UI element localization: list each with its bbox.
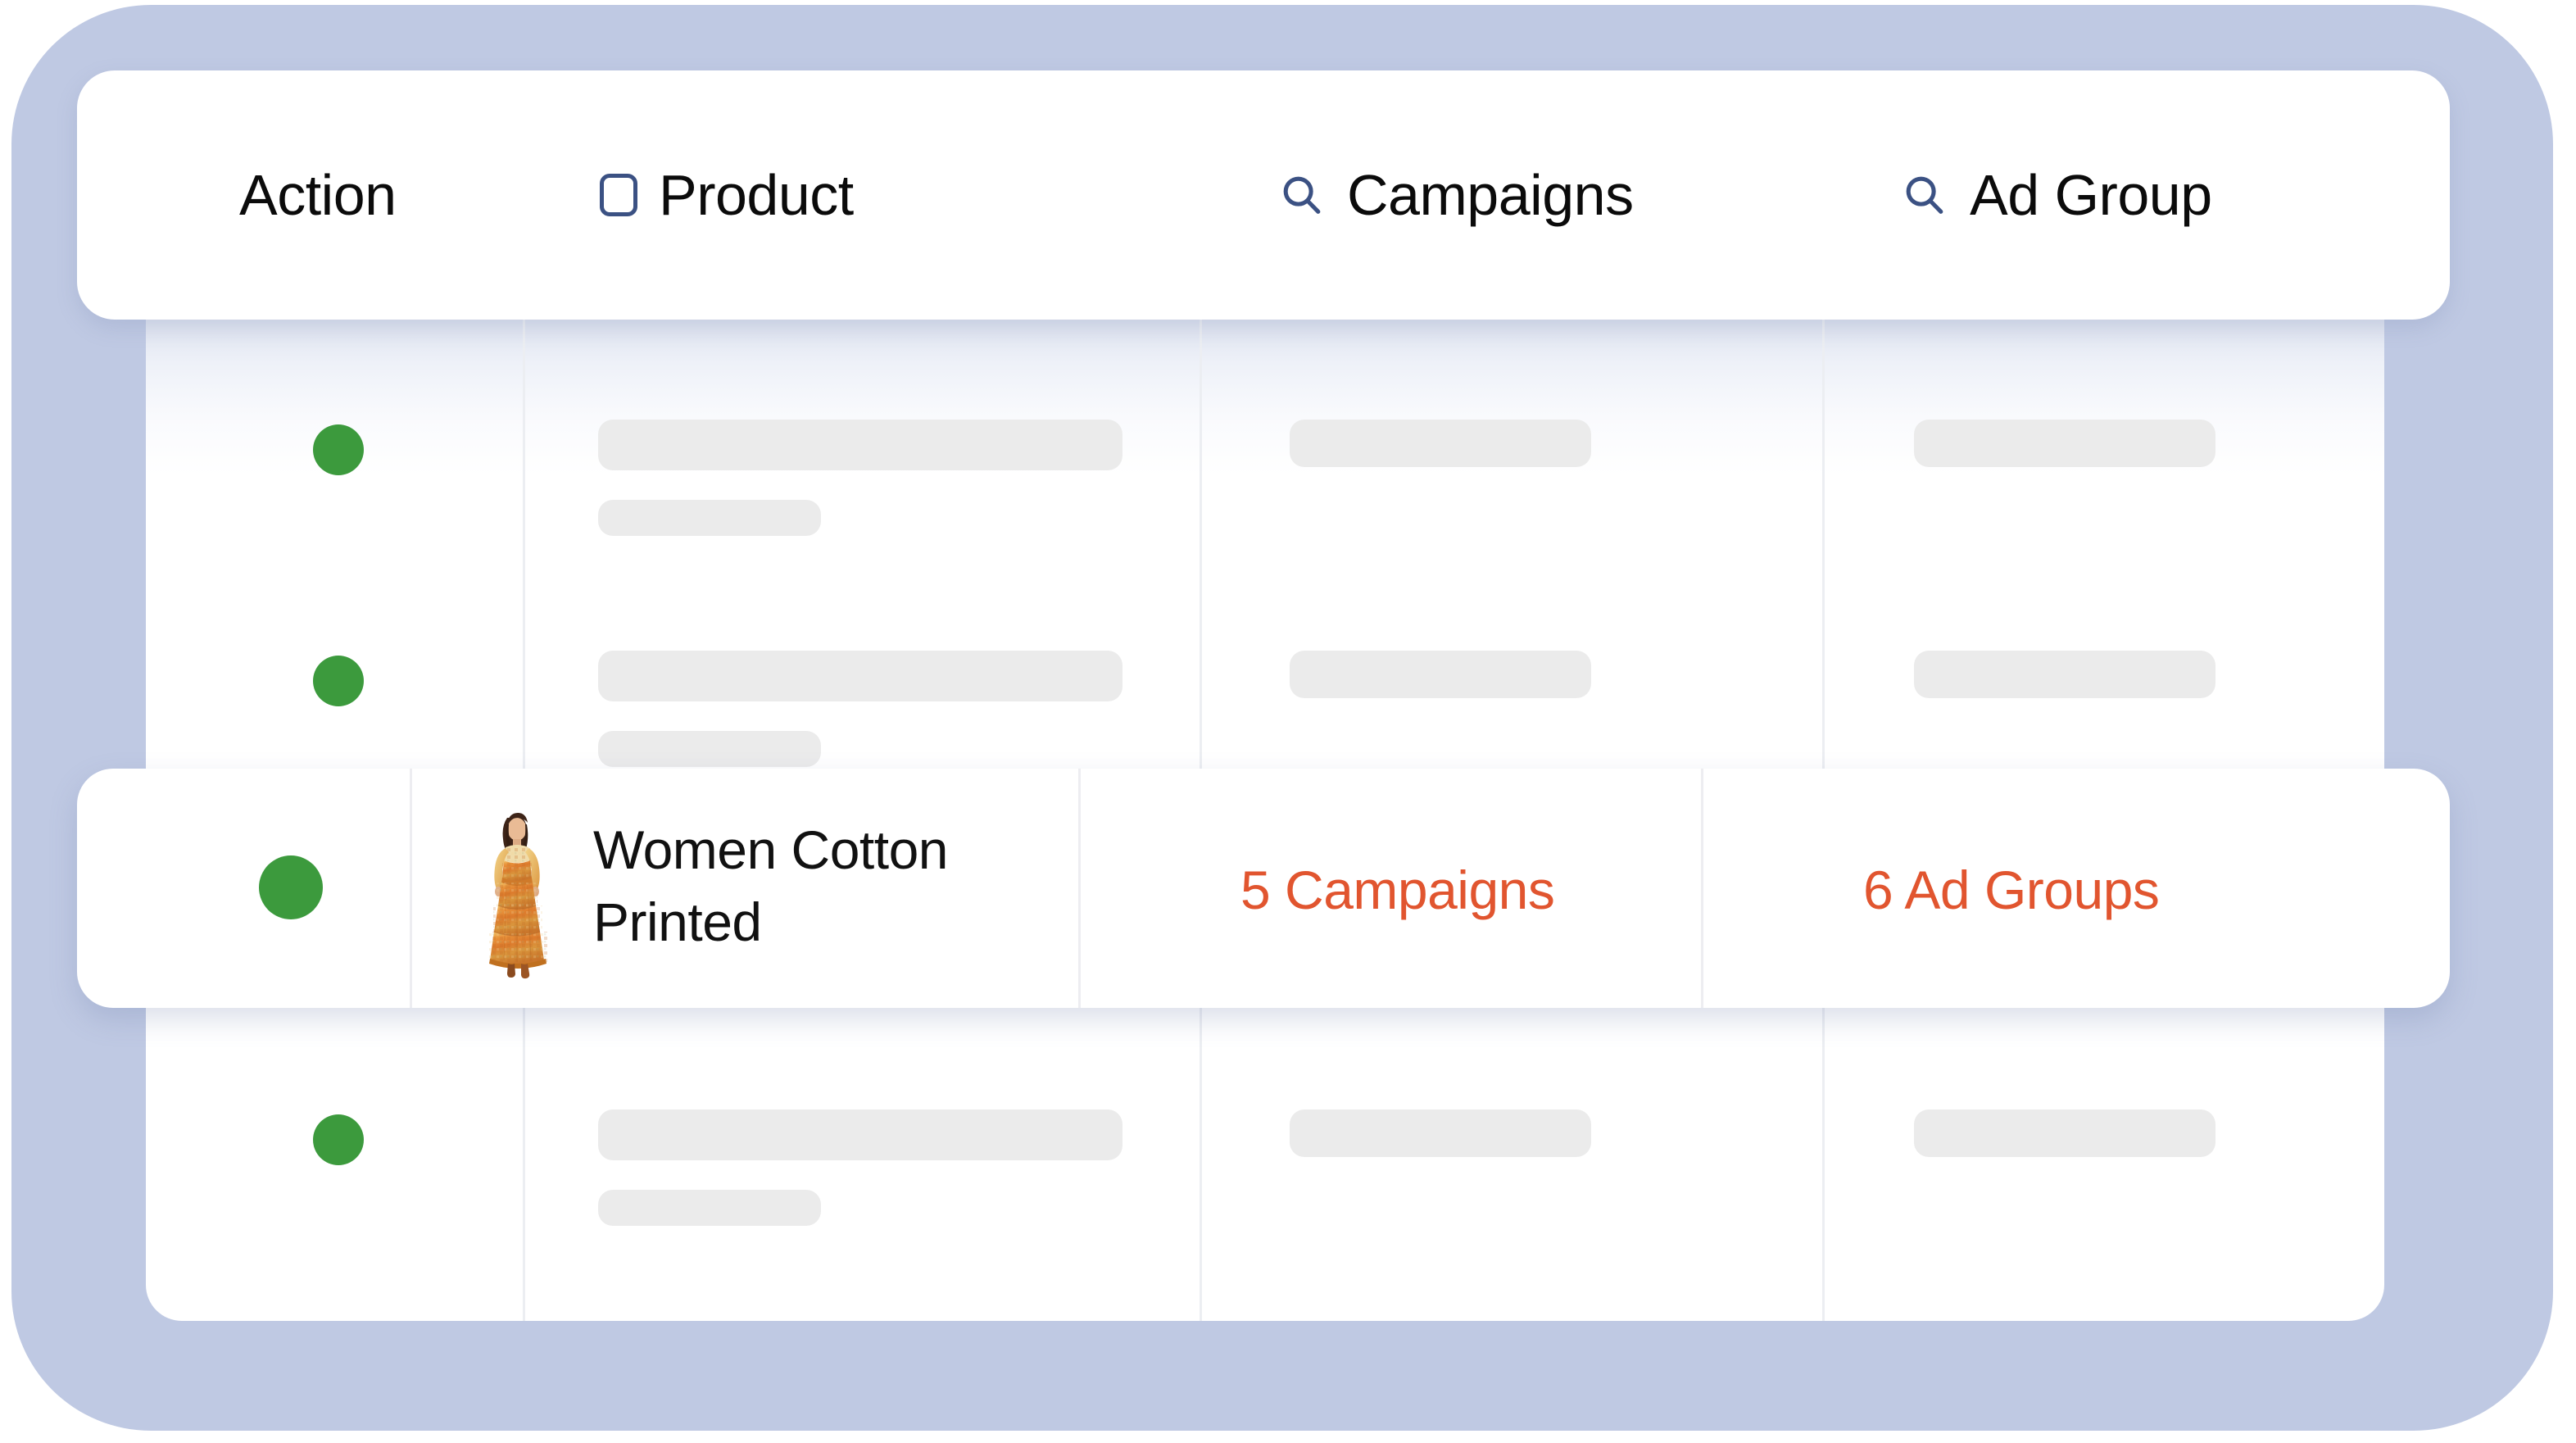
column-header-campaigns-label: Campaigns — [1347, 163, 1634, 227]
skeleton-bar-secondary — [598, 500, 821, 536]
column-header-action-label: Action — [239, 163, 397, 227]
search-icon[interactable] — [1901, 171, 1948, 219]
table-row[interactable] — [146, 361, 2384, 590]
checkbox-unchecked-icon[interactable] — [600, 174, 637, 216]
product-thumbnail — [470, 796, 569, 987]
column-header-product-label: Product — [659, 163, 854, 227]
skeleton-bar-adgroup — [1914, 651, 2215, 698]
column-header-ad-group-label: Ad Group — [1970, 163, 2212, 227]
skeleton-bar-primary — [598, 420, 1122, 470]
status-dot — [313, 1114, 364, 1165]
skeleton-bar-campaigns — [1290, 1109, 1591, 1157]
woman-in-dress-illustration — [488, 813, 547, 979]
screenshot-stage: Action Product Campaigns Ad Group Women … — [0, 0, 2576, 1443]
skeleton-bar-secondary — [598, 731, 821, 767]
status-dot — [259, 855, 323, 919]
skeleton-bar-secondary — [598, 1190, 821, 1226]
skeleton-bar-adgroup — [1914, 1109, 2215, 1157]
row-divider-action — [410, 769, 412, 1008]
search-icon[interactable] — [1278, 171, 1326, 219]
column-header-action[interactable]: Action — [239, 162, 397, 228]
skeleton-bar-campaigns — [1290, 420, 1591, 467]
column-header-campaigns[interactable]: Campaigns — [1278, 162, 1634, 228]
status-dot — [313, 424, 364, 475]
skeleton-bar-campaigns — [1290, 651, 1591, 698]
skeleton-bar-primary — [598, 1109, 1122, 1160]
status-dot — [313, 656, 364, 706]
column-header-product[interactable]: Product — [600, 162, 854, 228]
product-name: Women Cotton Printed — [593, 819, 949, 952]
skeleton-bar-primary — [598, 651, 1122, 701]
skeleton-bar-adgroup — [1914, 420, 2215, 467]
campaigns-count-link[interactable]: 5 Campaigns — [1240, 859, 1555, 921]
column-header-ad-group[interactable]: Ad Group — [1901, 162, 2212, 228]
table-row[interactable] — [146, 1050, 2384, 1280]
table-header-card: Action Product Campaigns Ad Group — [77, 70, 2450, 320]
ad-groups-count-link[interactable]: 6 Ad Groups — [1863, 859, 2160, 921]
row-divider-campaigns — [1701, 769, 1703, 1008]
table-row-highlighted[interactable]: Women Cotton Printed 5 Campaigns 6 Ad Gr… — [77, 769, 2450, 1008]
